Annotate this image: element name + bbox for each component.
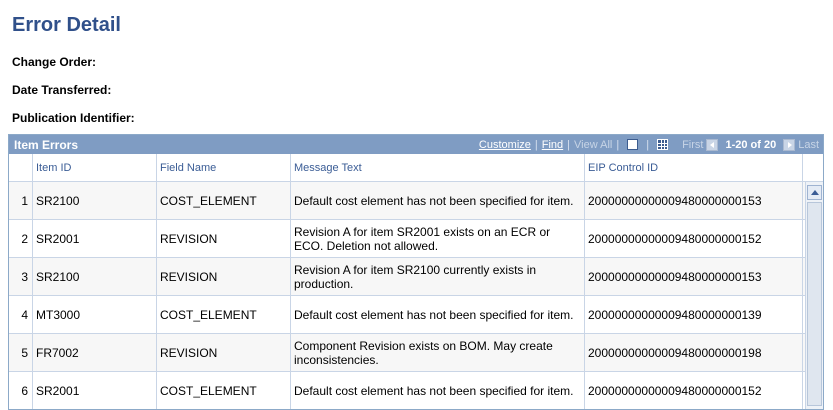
page-title: Error Detail — [12, 14, 121, 36]
eip-control-id-cell: 20000000000009480000000198 — [585, 334, 803, 371]
table-row: 3 SR2100 REVISION Revision A for item SR… — [9, 258, 805, 296]
grid-rows: 1 SR2100 COST_ELEMENT Default cost eleme… — [9, 182, 805, 409]
item-id-cell: SR2100 — [33, 182, 157, 219]
change-order-label: Change Order: — [12, 55, 97, 69]
grid-download-icon[interactable] — [657, 139, 669, 150]
grid-navigation: Customize | Find | View All | | First 1-… — [479, 135, 819, 154]
field-name-cell: REVISION — [157, 220, 291, 257]
nav-separator: | — [646, 138, 650, 151]
row-number: 2 — [9, 220, 33, 257]
message-text-cell: Default cost element has not been specif… — [291, 296, 585, 333]
item-id-cell: FR7002 — [33, 334, 157, 371]
item-id-cell: SR2001 — [33, 372, 157, 409]
grid-body: 1 SR2100 COST_ELEMENT Default cost eleme… — [9, 182, 823, 409]
column-headers: Item ID Field Name Message Text EIP Cont… — [9, 154, 823, 182]
eip-control-id-cell: 20000000000009480000000153 — [585, 182, 803, 219]
message-text-cell: Default cost element has not been specif… — [291, 372, 585, 409]
message-text-cell: Default cost element has not been specif… — [291, 182, 585, 219]
message-text-cell: Revision A for item SR2100 currently exi… — [291, 258, 585, 295]
row-number: 5 — [9, 334, 33, 371]
grid-header: Item Errors Customize | Find | View All … — [9, 135, 823, 154]
row-range: 1-20 of 20 — [725, 138, 777, 151]
table-row: 2 SR2001 REVISION Revision A for item SR… — [9, 220, 805, 258]
eip-control-id-cell: 20000000000009480000000152 — [585, 372, 803, 409]
message-text-cell: Revision A for item SR2001 exists on an … — [291, 220, 585, 257]
zoom-icon[interactable] — [627, 139, 639, 150]
column-header-row-number — [9, 154, 33, 181]
arrow-right-icon[interactable] — [783, 138, 796, 151]
field-name-cell: COST_ELEMENT — [157, 296, 291, 333]
message-text-cell: Component Revision exists on BOM. May cr… — [291, 334, 585, 371]
eip-control-id-cell: 20000000000009480000000152 — [585, 220, 803, 257]
column-header-message-text[interactable]: Message Text — [291, 154, 585, 181]
field-name-cell: REVISION — [157, 334, 291, 371]
row-number: 6 — [9, 372, 33, 409]
eip-control-id-cell: 20000000000009480000000139 — [585, 296, 803, 333]
row-number: 1 — [9, 182, 33, 219]
view-all-link[interactable]: View All — [574, 139, 612, 151]
table-row: 5 FR7002 REVISION Component Revision exi… — [9, 334, 805, 372]
column-header-field-name[interactable]: Field Name — [157, 154, 291, 181]
publication-identifier-label: Publication Identifier: — [12, 111, 135, 125]
nav-separator: | — [534, 138, 538, 151]
row-number: 4 — [9, 296, 33, 333]
column-header-item-id[interactable]: Item ID — [33, 154, 157, 181]
customize-link[interactable]: Customize — [479, 139, 531, 151]
column-header-spacer — [803, 154, 823, 181]
row-number: 3 — [9, 258, 33, 295]
table-row: 4 MT3000 COST_ELEMENT Default cost eleme… — [9, 296, 805, 334]
column-header-eip-control-id[interactable]: EIP Control ID — [585, 154, 803, 181]
vertical-scrollbar[interactable] — [805, 182, 823, 409]
scroll-up-icon[interactable] — [807, 185, 822, 200]
item-errors-grid: Item Errors Customize | Find | View All … — [8, 134, 824, 410]
eip-control-id-cell: 20000000000009480000000153 — [585, 258, 803, 295]
field-name-cell: REVISION — [157, 258, 291, 295]
nav-separator: | — [567, 138, 571, 151]
arrow-left-icon[interactable] — [706, 138, 719, 151]
first-link[interactable]: First — [672, 139, 703, 151]
table-row: 6 SR2001 COST_ELEMENT Default cost eleme… — [9, 372, 805, 409]
item-id-cell: MT3000 — [33, 296, 157, 333]
find-link[interactable]: Find — [542, 139, 563, 151]
item-id-cell: SR2100 — [33, 258, 157, 295]
item-id-cell: SR2001 — [33, 220, 157, 257]
field-name-cell: COST_ELEMENT — [157, 182, 291, 219]
table-row: 1 SR2100 COST_ELEMENT Default cost eleme… — [9, 182, 805, 220]
nav-separator: | — [616, 138, 620, 151]
grid-title: Item Errors — [14, 137, 79, 152]
field-name-cell: COST_ELEMENT — [157, 372, 291, 409]
last-link[interactable]: Last — [798, 139, 819, 151]
scroll-thumb[interactable] — [807, 202, 822, 406]
date-transferred-label: Date Transferred: — [12, 83, 112, 97]
